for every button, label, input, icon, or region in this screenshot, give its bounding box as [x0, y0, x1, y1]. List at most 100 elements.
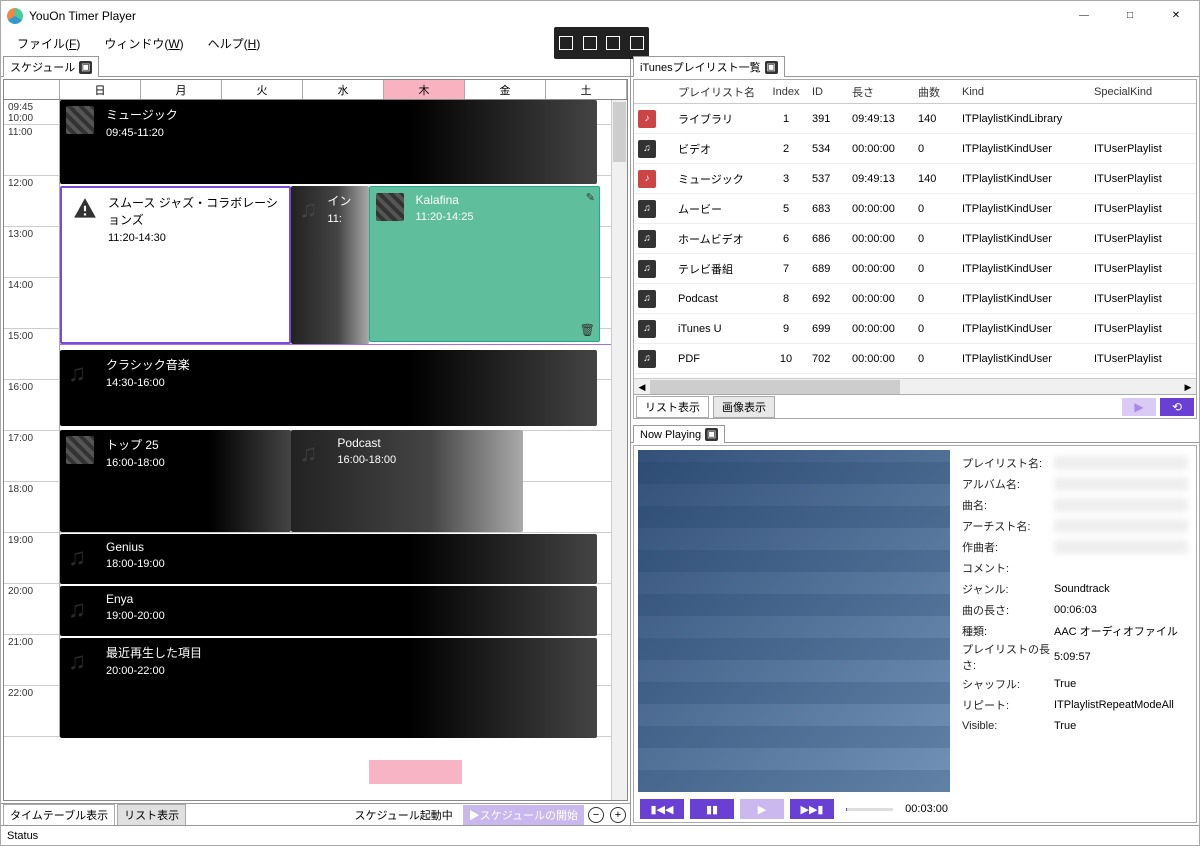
window-title: YouOn Timer Player: [29, 9, 136, 23]
now-line: [60, 344, 611, 345]
schedule-footer: タイムテーブル表示 リスト表示 スケジュール起動中 ▶スケジュールの開始 − +: [1, 803, 630, 825]
tab-close-icon[interactable]: ▣: [765, 61, 778, 74]
playlist-icon: ♪: [638, 170, 656, 188]
meta-kind: AAC オーディオファイル: [1054, 623, 1188, 639]
album-art: [638, 450, 950, 792]
day-header: 日 月 火 水 木 金 土: [4, 80, 627, 100]
table-row[interactable]: ♫ホームビデオ668600:00:000ITPlaylistKindUserIT…: [634, 224, 1196, 254]
day-mon: 月: [141, 80, 222, 99]
progress-bar[interactable]: [846, 808, 893, 811]
toolbar-icon-2[interactable]: [583, 36, 597, 50]
menu-window[interactable]: ウィンドウ(W): [92, 32, 195, 55]
playlist-icon: ♫: [638, 200, 656, 218]
table-row[interactable]: ♪ライブラリ139109:49:13140ITPlaylistKindLibra…: [634, 104, 1196, 134]
menu-help[interactable]: ヘルプ(H): [196, 32, 273, 55]
close-button[interactable]: ✕: [1153, 1, 1199, 31]
event-classic[interactable]: ♫ クラシック音楽 14:30-16:00: [60, 350, 597, 426]
schedule-start-button[interactable]: ▶スケジュールの開始: [463, 805, 584, 825]
playlist-image-view-button[interactable]: 画像表示: [713, 396, 775, 418]
playlist-icon: ♫: [638, 260, 656, 278]
meta-genre: Soundtrack: [1054, 583, 1188, 595]
music-note-icon: ♫: [299, 440, 317, 468]
table-row[interactable]: ♫ムービー568300:00:000ITPlaylistKindUserITUs…: [634, 194, 1196, 224]
day-fri: 金: [465, 80, 546, 99]
event-podcast[interactable]: ♫ Podcast 16:00-18:00: [291, 430, 522, 532]
event-music[interactable]: ミュージック 09:45-11:20: [60, 100, 597, 184]
toolbar-icon-1[interactable]: [559, 36, 573, 50]
schedule-body[interactable]: ミュージック 09:45-11:20 スムース ジャズ・コラボレーションズ 11…: [60, 100, 611, 800]
event-smooth-jazz[interactable]: スムース ジャズ・コラボレーションズ 11:20-14:30: [60, 186, 291, 344]
table-row[interactable]: ♫PDF1070200:00:000ITPlaylistKindUserITUs…: [634, 344, 1196, 374]
table-row[interactable]: ♫テレビ番組768900:00:000ITPlaylistKindUserITU…: [634, 254, 1196, 284]
status-text: Status: [7, 830, 38, 842]
meta-album: [1054, 477, 1188, 491]
event-enya[interactable]: ♫ Enya 19:00-20:00: [60, 586, 597, 636]
meta-composer: [1054, 540, 1188, 554]
meta-song: [1054, 498, 1188, 512]
schedule-pink-block: [369, 760, 463, 784]
minimize-button[interactable]: —: [1061, 1, 1107, 31]
zoom-out-icon[interactable]: −: [588, 807, 604, 823]
warning-icon: [72, 196, 98, 222]
playlist-icon: ♫: [638, 230, 656, 248]
event-kalafina[interactable]: Kalafina 11:20-14:25 ✎ 🗑: [369, 186, 600, 342]
table-row[interactable]: ♫Podcast869200:00:000ITPlaylistKindUserI…: [634, 284, 1196, 314]
music-note-icon: ♫: [68, 648, 86, 676]
table-row[interactable]: ♫ビデオ253400:00:000ITPlaylistKindUserITUse…: [634, 134, 1196, 164]
playlist-list-view-button[interactable]: リスト表示: [636, 396, 709, 418]
event-genius[interactable]: ♫ Genius 18:00-19:00: [60, 534, 597, 584]
table-row[interactable]: ♫iTunes U969900:00:000ITPlaylistKindUser…: [634, 314, 1196, 344]
zoom-in-icon[interactable]: +: [610, 807, 626, 823]
tab-nowplaying[interactable]: Now Playing ▣: [633, 425, 725, 443]
event-in[interactable]: ♫ イン 11:: [291, 186, 368, 344]
playlist-tabstrip: iTunesプレイリスト一覧 ▣: [631, 55, 1199, 77]
pause-button[interactable]: ▮▮: [690, 799, 734, 819]
scroll-right-icon[interactable]: ▶: [1180, 380, 1196, 394]
edit-icon[interactable]: ✎: [586, 191, 595, 204]
list-view-button[interactable]: リスト表示: [117, 804, 186, 826]
maximize-button[interactable]: □: [1107, 1, 1153, 31]
menu-file[interactable]: ファイル(F): [5, 32, 92, 55]
delete-icon[interactable]: 🗑: [580, 323, 595, 337]
event-recent[interactable]: ♫ 最近再生した項目 20:00-22:00: [60, 638, 597, 738]
app-logo-icon: [7, 8, 23, 24]
scroll-left-icon[interactable]: ◀: [634, 380, 650, 394]
album-art-panel: ▮◀◀ ▮▮ ▶ ▶▶▮ 00:03:00: [634, 446, 954, 822]
playlist-icon: ♫: [638, 140, 656, 158]
meta-repeat: ITPlaylistRepeatModeAll: [1054, 699, 1188, 711]
prev-button[interactable]: ▮◀◀: [640, 799, 684, 819]
schedule-grid: 日 月 火 水 木 金 土 09:45 10:00 11:00 12:00 13…: [3, 79, 628, 801]
tab-schedule[interactable]: スケジュール ▣: [3, 56, 99, 77]
scroll-thumb[interactable]: [650, 380, 900, 394]
next-button[interactable]: ▶▶▮: [790, 799, 834, 819]
day-sat: 土: [546, 80, 627, 99]
playlist-body[interactable]: ♪ライブラリ139109:49:13140ITPlaylistKindLibra…: [634, 104, 1196, 378]
meta-pllength: 5:09:57: [1054, 651, 1188, 663]
floating-toolbar[interactable]: [554, 27, 649, 59]
music-note-icon: ♫: [68, 544, 86, 572]
play-button[interactable]: ▶: [1122, 398, 1156, 416]
toolbar-icon-3[interactable]: [606, 36, 620, 50]
loop-button[interactable]: ⟲: [1160, 398, 1194, 416]
playlist-hscroll[interactable]: ◀ ▶: [634, 378, 1196, 394]
tab-close-icon[interactable]: ▣: [79, 61, 92, 74]
event-top25[interactable]: トップ 25 16:00-18:00: [60, 430, 291, 532]
music-note-icon: ♫: [68, 360, 86, 388]
schedule-vscroll[interactable]: [611, 100, 627, 800]
timetable-view-button[interactable]: タイムテーブル表示: [3, 804, 115, 826]
tab-playlist[interactable]: iTunesプレイリスト一覧 ▣: [633, 56, 785, 77]
tab-playlist-label: iTunesプレイリスト一覧: [640, 59, 761, 75]
toolbar-icon-4[interactable]: [630, 36, 644, 50]
playback-button[interactable]: ▶: [740, 799, 784, 819]
metadata-panel: プレイリスト名: アルバム名: 曲名: アーチスト名: 作曲者: コメント: ジ…: [954, 446, 1196, 822]
nowplaying-tabstrip: Now Playing ▣: [631, 421, 1199, 443]
playlist-icon: ♫: [638, 320, 656, 338]
day-sun: 日: [60, 80, 141, 99]
transport-bar: ▮◀◀ ▮▮ ▶ ▶▶▮ 00:03:00: [634, 796, 954, 822]
status-bar: Status: [1, 825, 1199, 845]
tab-close-icon[interactable]: ▣: [705, 428, 718, 441]
playlist-footer: リスト表示 画像表示 ▶ ⟲: [634, 394, 1196, 418]
table-row[interactable]: ♪ミュージック353709:49:13140ITPlaylistKindUser…: [634, 164, 1196, 194]
meta-artist: [1054, 519, 1188, 533]
time-column: 09:45 10:00 11:00 12:00 13:00 14:00 15:0…: [4, 100, 60, 800]
